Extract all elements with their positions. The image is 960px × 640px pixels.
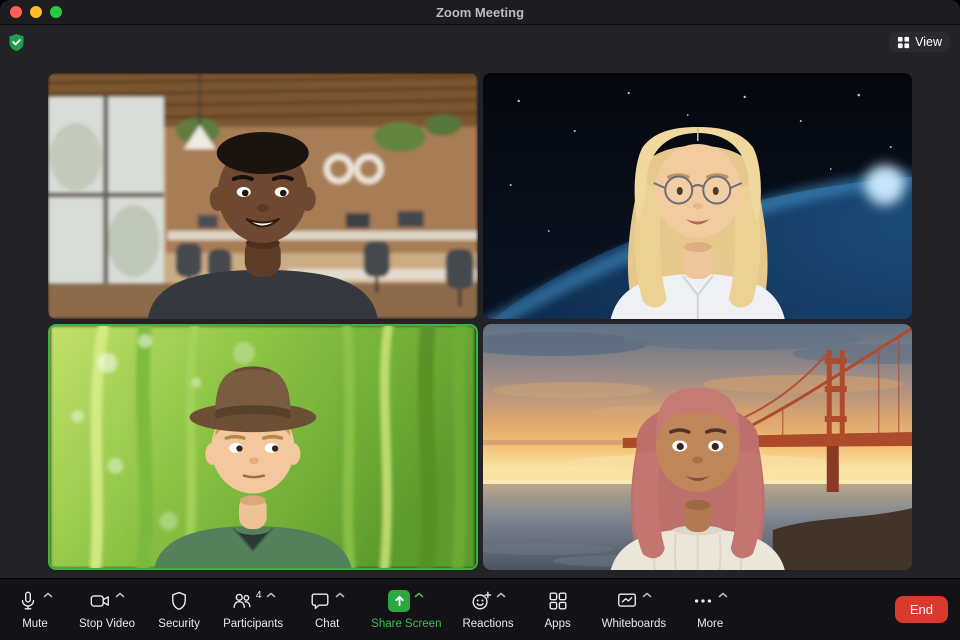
more-button[interactable]: More (683, 588, 737, 632)
view-button[interactable]: View (889, 32, 950, 52)
more-ellipsis-icon (695, 598, 712, 603)
chevron-up-icon[interactable] (642, 592, 652, 598)
reactions-button[interactable]: Reactions (458, 588, 517, 632)
chevron-up-icon[interactable] (718, 592, 728, 598)
fullscreen-window-button[interactable] (50, 6, 62, 18)
minimize-window-button[interactable] (30, 6, 42, 18)
video-tile-woman-space[interactable] (482, 73, 912, 319)
security-label: Security (158, 617, 200, 630)
window-controls (0, 6, 62, 18)
video-tile-boy-field-active-speaker[interactable] (48, 324, 478, 570)
participants-icon (233, 593, 251, 608)
participants-count-badge: 4 (255, 588, 262, 601)
stop-video-button[interactable]: Stop Video (75, 588, 139, 632)
meeting-content: View (0, 25, 960, 578)
video-tile-woman-bridge[interactable] (482, 324, 912, 570)
close-window-button[interactable] (10, 6, 22, 18)
participants-label: Participants (223, 617, 284, 630)
encryption-shield-icon (9, 34, 24, 51)
apps-grid-icon (549, 592, 567, 609)
video-camera-icon (90, 594, 109, 607)
mute-button[interactable]: Mute (8, 588, 62, 632)
chat-label: Chat (315, 617, 340, 630)
share-screen-icon (388, 589, 411, 612)
shield-icon (172, 591, 186, 610)
window-title: Zoom Meeting (435, 4, 525, 20)
whiteboards-button[interactable]: Whiteboards (598, 588, 671, 632)
share-screen-label: Share Screen (371, 617, 442, 630)
titlebar: Zoom Meeting (0, 0, 960, 25)
chevron-up-icon[interactable] (43, 592, 53, 598)
boy-field-avatar (50, 326, 476, 568)
more-label: More (697, 617, 724, 630)
video-grid (48, 73, 912, 570)
microphone-icon (21, 591, 35, 609)
share-screen-button[interactable]: Share Screen (367, 588, 445, 632)
chat-button[interactable]: Chat (300, 588, 354, 632)
chevron-up-icon[interactable] (335, 592, 345, 598)
apps-label: Apps (544, 617, 571, 630)
meeting-toolbar: Mute Stop Video Security 4 Participants … (0, 578, 960, 640)
chevron-up-icon[interactable] (496, 592, 506, 598)
woman-space-avatar (482, 73, 912, 319)
encryption-shield-button[interactable] (8, 33, 25, 52)
apps-button[interactable]: Apps (531, 588, 585, 632)
zoom-meeting-window: Zoom Meeting View Mute Stop Video Securi… (0, 0, 960, 640)
chat-bubble-icon (311, 592, 329, 609)
whiteboard-icon (617, 592, 636, 607)
chevron-up-icon[interactable] (266, 592, 276, 598)
stop-video-label: Stop Video (79, 617, 136, 630)
video-tile-man-office[interactable] (48, 73, 478, 319)
woman-bridge-avatar (482, 324, 912, 570)
end-meeting-button[interactable]: End (894, 596, 948, 623)
reactions-smiley-icon (472, 591, 492, 609)
grid-view-icon (898, 36, 910, 48)
chevron-up-icon[interactable] (115, 592, 125, 598)
view-label: View (915, 35, 942, 49)
whiteboards-label: Whiteboards (601, 617, 667, 630)
participants-button[interactable]: 4 Participants (219, 588, 287, 632)
man-office-avatar (48, 73, 478, 319)
reactions-label: Reactions (462, 617, 514, 630)
mute-label: Mute (22, 617, 48, 630)
security-button[interactable]: Security (152, 588, 206, 632)
chevron-up-icon[interactable] (414, 592, 424, 598)
